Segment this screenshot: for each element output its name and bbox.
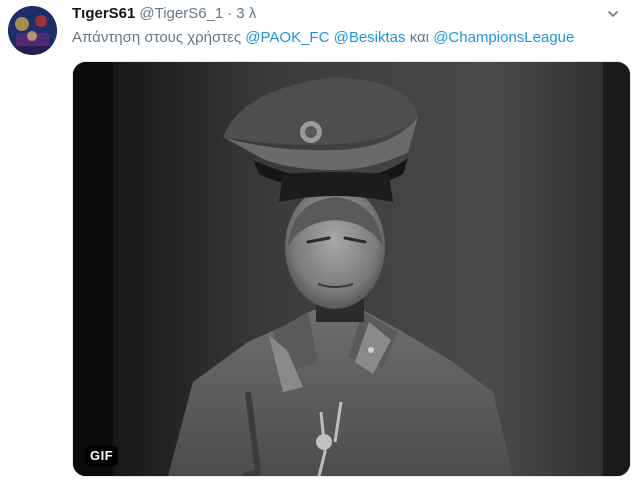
gif-frame-portrait bbox=[73, 62, 630, 476]
reply-context: Απάντηση στους χρήστες @PAOK_FC @Besikta… bbox=[72, 28, 574, 48]
display-name[interactable]: TιgerS61 bbox=[72, 5, 135, 22]
user-handle[interactable]: @TigerS6_1 bbox=[139, 5, 223, 22]
tweet: TιgerS61 @TigerS6_1 · 3 λ Απάντηση στους χρ… bbox=[0, 0, 639, 481]
reply-conjunction: και bbox=[409, 29, 430, 46]
mention-link-besiktas[interactable]: @Besiktas bbox=[334, 29, 406, 46]
tweet-header: TιgerS61 @TigerS6_1 · 3 λ bbox=[72, 4, 619, 26]
avatar[interactable] bbox=[8, 6, 57, 55]
reply-prefix: Απάντηση στους χρήστες bbox=[72, 29, 242, 46]
mention-link-paok[interactable]: @PAOK_FC bbox=[245, 29, 329, 46]
separator-dot: · bbox=[227, 5, 233, 22]
gif-media[interactable]: GIF bbox=[72, 61, 631, 477]
chevron-down-icon[interactable] bbox=[607, 8, 619, 20]
mention-link-championsleague[interactable]: @ChampionsLeague bbox=[433, 29, 574, 46]
gif-badge: GIF bbox=[85, 446, 119, 466]
tweet-timestamp[interactable]: 3 λ bbox=[236, 5, 256, 22]
